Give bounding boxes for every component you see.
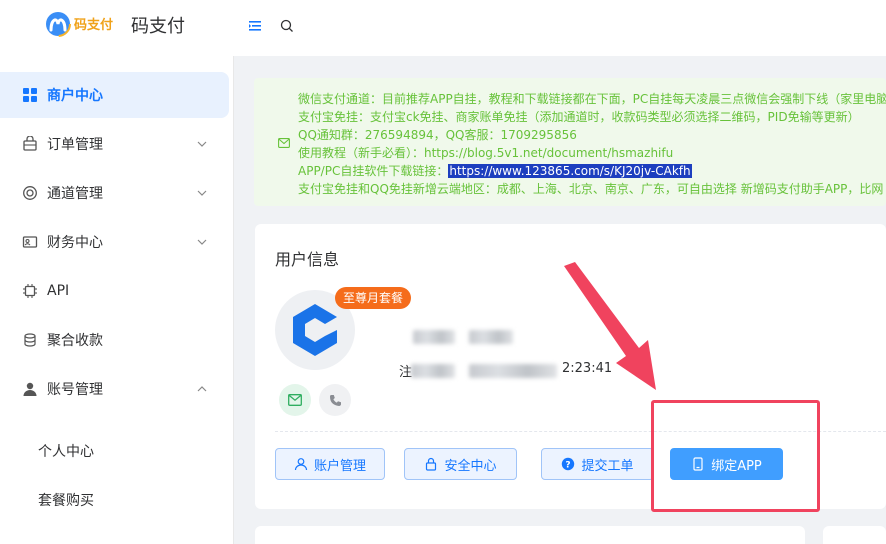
chevron-down-icon — [197, 190, 207, 196]
sidebar-item-aggregate-payment[interactable]: 聚合收款 — [0, 317, 234, 363]
question-icon: ? — [562, 457, 575, 471]
brand-logo: 码支付 — [45, 11, 113, 37]
sidebar-item-label: API — [47, 283, 70, 299]
sidebar-item-account[interactable]: 账号管理 — [0, 366, 234, 412]
download-link[interactable]: https://www.123865.com/s/KJ20jv-CAkfh — [448, 164, 692, 178]
top-header: 码支付 码支付 — [0, 0, 886, 56]
sidebar-item-orders[interactable]: 订单管理 — [0, 121, 234, 167]
menu-fold-icon[interactable] — [248, 19, 262, 33]
wallet-icon — [22, 236, 38, 248]
sidebar-subitem-personal-center[interactable]: 个人中心 — [0, 428, 234, 474]
account-management-button[interactable]: 账户管理 — [275, 448, 385, 480]
annotation-highlight-box — [651, 400, 820, 512]
bottom-card-right — [823, 526, 886, 544]
sidebar-item-label: 商户中心 — [47, 88, 103, 104]
notice-line-regions: 支付宝免挂和QQ免挂新增云端地区：成都、上海、北京、南京、广东，可自由选择 新增… — [298, 182, 884, 196]
security-center-label: 安全中心 — [444, 458, 497, 474]
sidebar-subitem-package-purchase[interactable]: 套餐购买 — [0, 477, 234, 523]
submit-ticket-label: 提交工单 — [581, 458, 634, 474]
sidebar-item-label: 账号管理 — [47, 382, 103, 398]
plan-badge: 至尊月套餐 — [335, 287, 412, 309]
user-icon — [23, 382, 37, 396]
sidebar-item-label: 聚合收款 — [47, 333, 103, 349]
redacted-username-2 — [469, 330, 513, 344]
download-label: APP/PC自挂软件下载链接： — [298, 164, 449, 178]
svg-text:?: ? — [566, 461, 571, 471]
security-center-button[interactable]: 安全中心 — [404, 448, 517, 480]
redacted-date — [411, 364, 455, 378]
card-title: 用户信息 — [275, 250, 340, 269]
bag-icon — [23, 136, 37, 151]
chevron-down-icon — [197, 239, 207, 245]
notice-line-qq: QQ通知群：276594894，QQ客服：1709295856 — [298, 128, 577, 142]
brand-title: 码支付 — [131, 16, 185, 37]
redacted-date-2 — [469, 364, 557, 378]
ring-icon — [23, 186, 37, 200]
chip-icon — [23, 284, 37, 298]
search-icon[interactable] — [280, 19, 294, 33]
mail-icon — [288, 394, 302, 406]
sidebar-item-merchant-center[interactable]: 商户中心 — [0, 72, 234, 118]
redacted-username — [413, 330, 455, 344]
notice-line-download: APP/PC自挂软件下载链接：https://www.123865.com/s/… — [298, 162, 692, 180]
annotation-arrow-icon — [564, 262, 656, 390]
grid-icon — [23, 88, 37, 102]
submit-ticket-button[interactable]: ? 提交工单 — [541, 448, 654, 480]
lock-icon — [426, 457, 437, 471]
sidebar-item-label: 财务中心 — [47, 235, 103, 251]
chevron-down-icon — [197, 141, 207, 147]
sidebar-item-label: 通道管理 — [47, 186, 103, 202]
phone-icon — [329, 394, 341, 406]
notice-line-wechat: 微信支付通道：目前推荐APP自挂，教程和下载链接都在下面，PC自挂每天凌晨三点微… — [298, 92, 886, 106]
sidebar: 商户中心 订单管理 通道管理 财务中心 API 聚合收款 账号管理 个人中心 套… — [0, 56, 234, 544]
user-outline-icon — [294, 458, 308, 471]
sidebar-item-api[interactable]: API — [0, 268, 234, 314]
notice-line-tutorial: 使用教程（新手必看）：https://blog.5v1.net/document… — [298, 146, 674, 160]
account-management-label: 账户管理 — [313, 458, 366, 474]
sidebar-subitem-label: 个人中心 — [38, 444, 94, 460]
sidebar-item-channels[interactable]: 通道管理 — [0, 170, 234, 216]
coins-icon — [24, 333, 36, 347]
notice-banner: 微信支付通道：目前推荐APP自挂，教程和下载链接都在下面，PC自挂每天凌晨三点微… — [254, 78, 886, 206]
bottom-card-left — [255, 526, 805, 544]
notice-line-alipay: 支付宝免挂：支付宝ck免挂、商家账单免挂（添加通道时，收款码类型必须选择二维码，… — [298, 110, 860, 124]
sidebar-item-finance[interactable]: 财务中心 — [0, 219, 234, 265]
mail-icon — [278, 138, 290, 148]
email-button[interactable] — [279, 384, 311, 416]
logo-text: 码支付 — [74, 17, 113, 33]
sidebar-subitem-label: 套餐购买 — [38, 493, 94, 509]
sidebar-item-label: 订单管理 — [47, 137, 103, 153]
phone-button[interactable] — [319, 384, 351, 416]
chevron-up-icon — [197, 386, 207, 392]
